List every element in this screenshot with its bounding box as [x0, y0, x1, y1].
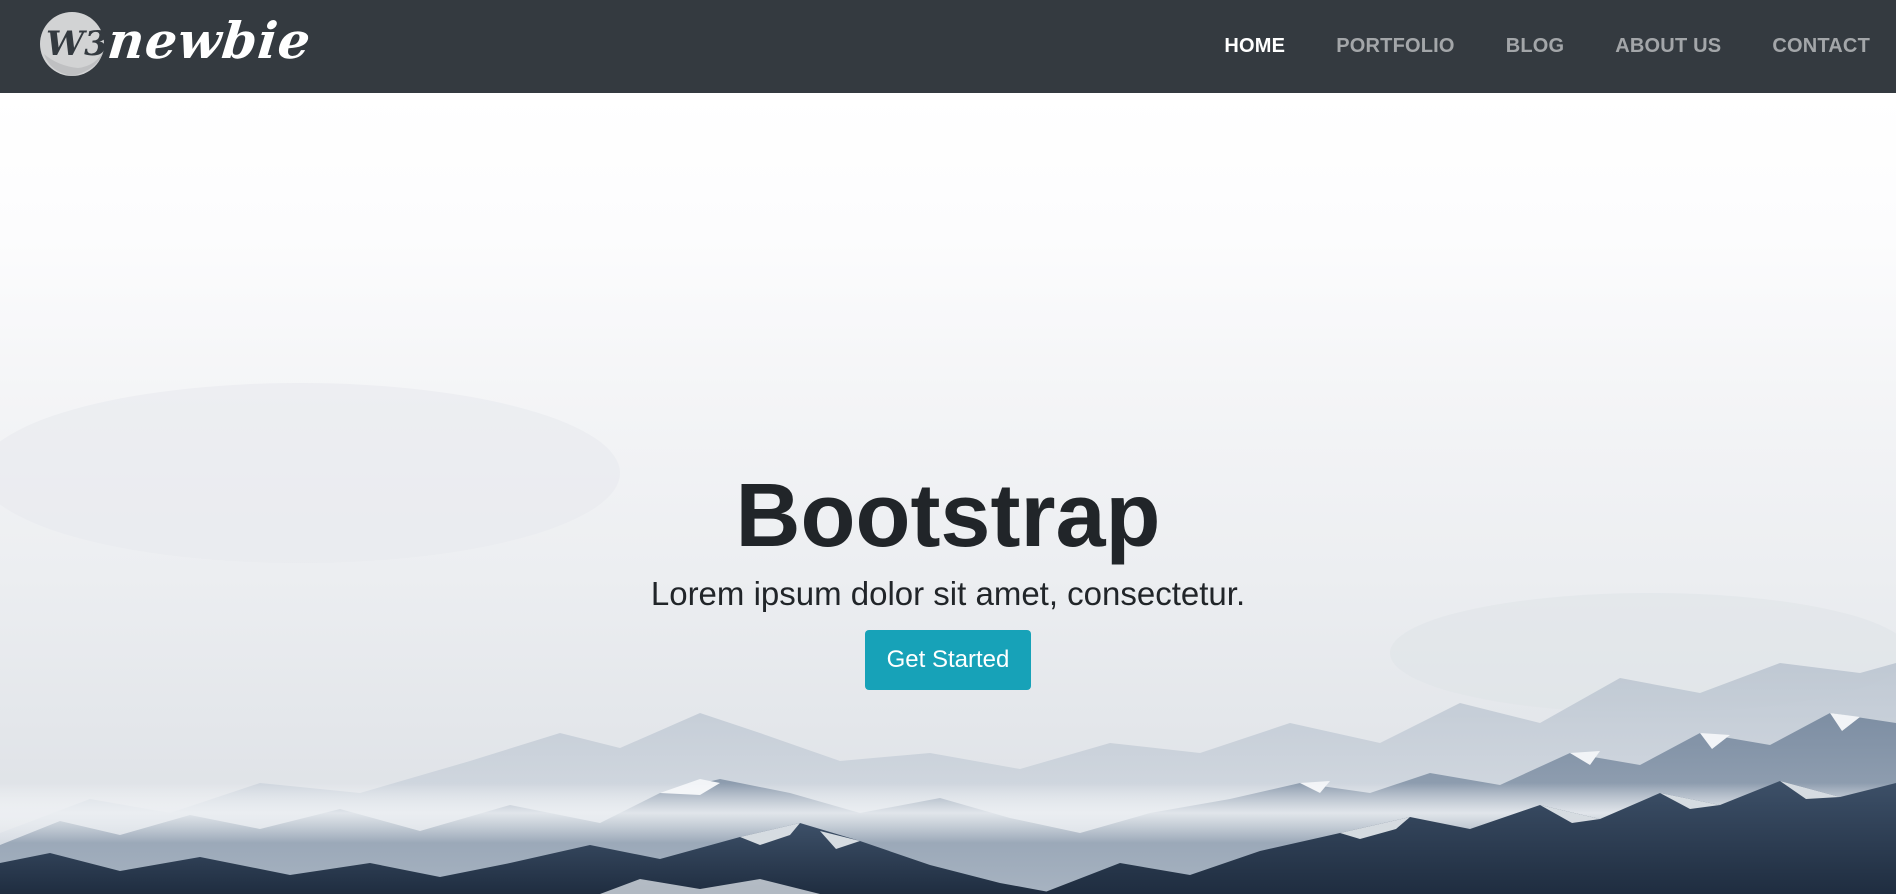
nav-blog-link[interactable]: BLOG	[1506, 35, 1565, 58]
logo-mark-text: W3	[46, 24, 106, 64]
nav-menu: HOME PORTFOLIO BLOG ABOUT US CONTACT	[1173, 0, 1870, 93]
hero-section: Bootstrap Lorem ipsum dolor sit amet, co…	[0, 93, 1896, 894]
nav-about-us-link[interactable]: ABOUT US	[1615, 35, 1721, 58]
hero-title: Bootstrap	[735, 466, 1161, 566]
nav-contact-link[interactable]: CONTACT	[1772, 35, 1870, 58]
nav-portfolio-link[interactable]: PORTFOLIO	[1336, 35, 1454, 58]
brand-link[interactable]: W3 newbie	[38, 8, 315, 80]
brand-name: newbie	[104, 11, 315, 70]
logo-icon: W3	[40, 12, 106, 76]
hero-content: Bootstrap Lorem ipsum dolor sit amet, co…	[0, 468, 1896, 690]
nav-home-link[interactable]: HOME	[1224, 35, 1285, 58]
navbar: W3 newbie HOME PORTFOLIO BLOG ABOUT US C…	[0, 0, 1896, 93]
hero-subtitle: Lorem ipsum dolor sit amet, consectetur.	[650, 575, 1246, 612]
get-started-button[interactable]: Get Started	[864, 630, 1032, 690]
